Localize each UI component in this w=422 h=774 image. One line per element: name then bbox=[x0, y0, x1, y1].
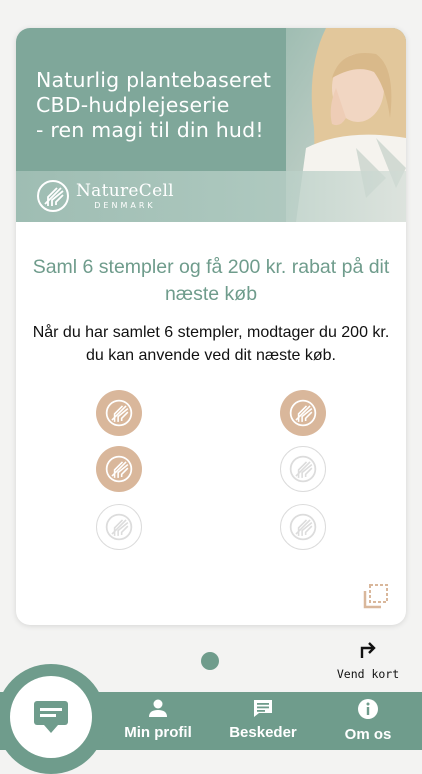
stamp-logo-icon bbox=[289, 399, 317, 427]
flip-card-button[interactable]: Vend kort bbox=[330, 638, 406, 681]
scan-corner-icon[interactable] bbox=[362, 582, 390, 610]
turn-arrow-icon bbox=[360, 642, 376, 658]
stamp-logo-icon bbox=[105, 455, 133, 483]
nav-item-about[interactable]: Om os bbox=[323, 698, 413, 743]
stamp-logo-icon bbox=[105, 513, 133, 541]
offer-description: Når du har samlet 6 stempler, modtager d… bbox=[32, 324, 390, 364]
stamp-5 bbox=[96, 504, 142, 550]
nav-item-messages-label: Beskeder bbox=[229, 724, 297, 741]
stamp-card[interactable]: Naturlig plantebaseret CBD-hudplejeserie… bbox=[16, 28, 406, 625]
stamp-4 bbox=[280, 446, 326, 492]
info-icon bbox=[358, 699, 378, 719]
stamp-logo-icon bbox=[289, 513, 317, 541]
person-icon bbox=[149, 699, 167, 717]
nav-stamp-card-button[interactable] bbox=[10, 676, 92, 758]
message-icon bbox=[254, 700, 272, 717]
stamp-logo-icon bbox=[289, 455, 317, 483]
nav-item-about-label: Om os bbox=[344, 726, 392, 743]
brand-country: DENMARK bbox=[94, 201, 156, 210]
stamp-1 bbox=[96, 390, 142, 436]
nav-item-messages[interactable]: Beskeder bbox=[218, 698, 308, 741]
naturecell-logo-icon bbox=[37, 180, 69, 212]
stamp-logo-icon bbox=[105, 399, 133, 427]
brand-name: NatureCell bbox=[76, 181, 174, 201]
banner-tagline: Naturlig plantebaseret CBD-hudplejeserie… bbox=[36, 68, 272, 142]
stamp-6 bbox=[280, 504, 326, 550]
flip-card-label: Vend kort bbox=[336, 667, 400, 681]
page-indicator bbox=[201, 652, 219, 670]
promo-banner: Naturlig plantebaseret CBD-hudplejeserie… bbox=[16, 28, 406, 222]
stamp-card-icon bbox=[34, 701, 68, 733]
nav-item-profile[interactable]: Min profil bbox=[113, 698, 203, 741]
stamp-2 bbox=[280, 390, 326, 436]
stamp-3 bbox=[96, 446, 142, 492]
brand-logo: NatureCell DENMARK bbox=[36, 179, 174, 213]
offer-headline: Saml 6 stempler og få 200 kr. rabat på d… bbox=[32, 256, 390, 305]
nav-item-profile-label: Min profil bbox=[124, 724, 192, 741]
